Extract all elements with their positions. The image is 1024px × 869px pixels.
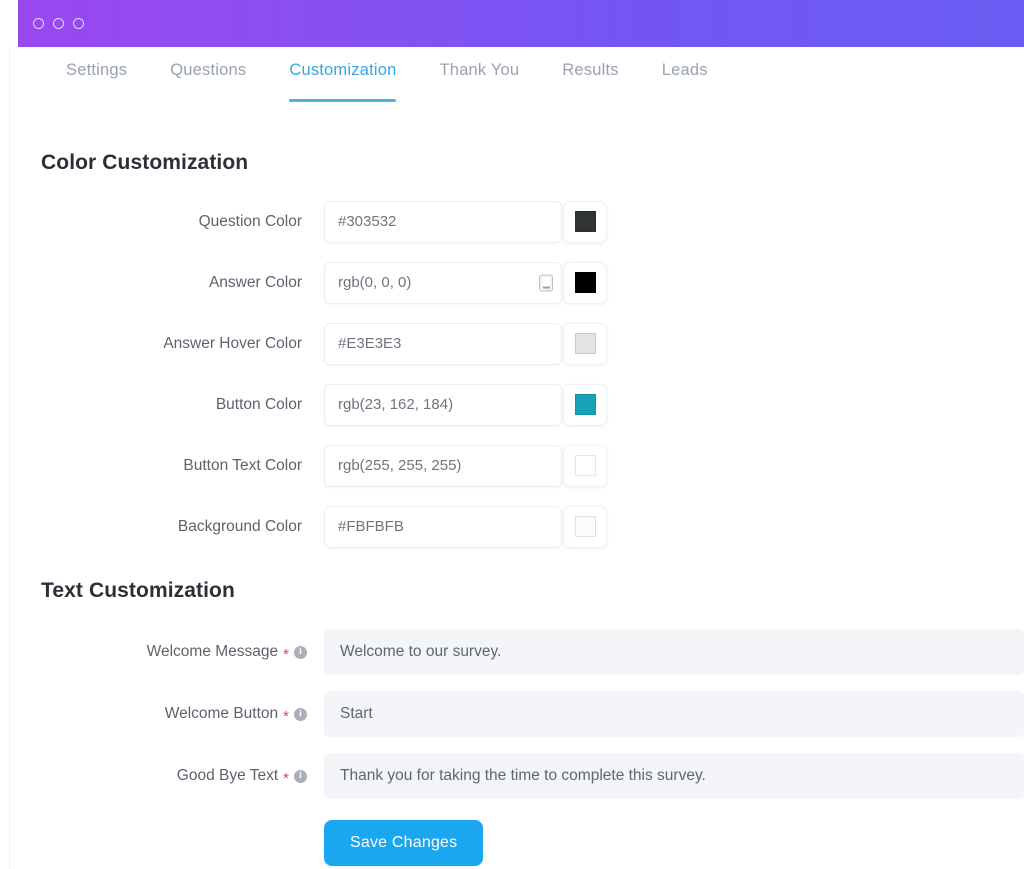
text-value-input[interactable] [324,753,1024,799]
color-row-label: Question Color [198,212,302,230]
color-swatch [574,333,596,354]
text-row-label-text: Good Bye Text [176,767,279,784]
color-value-input[interactable] [324,261,562,304]
window-dot-close-icon[interactable] [33,18,44,29]
color-input-wrapper [324,505,562,548]
text-section-title: Text Customization [41,579,235,602]
color-row: Question Color [10,191,1024,252]
info-icon[interactable]: i [294,769,307,783]
color-swatch [574,455,596,476]
text-row: Good Bye Text * i [10,745,1024,807]
color-input-wrapper [324,200,562,243]
text-row: Welcome Message * i [10,621,1024,683]
color-section-title: Color Customization [41,151,249,174]
text-row-label-text: Welcome Button [164,705,279,722]
color-input-wrapper [324,383,562,426]
color-value-input[interactable] [324,200,562,243]
required-asterisk-icon: * [283,769,289,787]
text-value-input[interactable] [324,691,1024,737]
window-dot-maximize-icon[interactable] [73,18,84,29]
save-row: Save Changes [10,807,1024,869]
tab-leads[interactable]: Leads [662,47,708,80]
tab-thank-you[interactable]: Thank You [439,47,519,80]
tab-questions[interactable]: Questions [170,47,246,80]
tab-results[interactable]: Results [562,47,618,80]
color-row: Answer Color [10,252,1024,313]
text-row-label-text: Welcome Message [146,643,279,660]
text-row-label: Welcome Button * i [10,705,324,725]
color-row: Answer Hover Color [10,313,1024,374]
tab-customization[interactable]: Customization [289,47,397,102]
color-customization-rows: Question Color Answer Color Answer Hover C… [10,191,1024,557]
color-row: Button Text Color [10,435,1024,496]
text-row-label: Good Bye Text * i [10,767,324,787]
window-controls [33,18,84,29]
color-swatch-button[interactable] [563,505,607,548]
color-swatch [574,272,596,293]
text-row: Welcome Button * i [10,683,1024,745]
color-swatch-button[interactable] [563,383,607,426]
window-titlebar [18,0,1024,47]
color-swatch [574,516,596,537]
page-content: Color Customization Question Color Answer… [10,103,1024,869]
color-swatch-button[interactable] [563,322,607,365]
color-swatch-button[interactable] [563,261,607,304]
color-swatch [574,394,596,415]
color-swatch-button[interactable] [563,200,607,243]
text-customization-rows: Welcome Message*iWelcome Button*iGood By… [10,621,1024,807]
tab-settings[interactable]: Settings [66,47,127,80]
save-changes-button[interactable]: Save Changes [324,820,484,866]
color-swatch-button[interactable] [563,444,607,487]
color-input-wrapper [324,444,562,487]
color-row-label: Button Color [215,395,302,413]
color-input-wrapper [324,261,562,304]
required-asterisk-icon: * [283,645,289,663]
required-asterisk-icon: * [283,707,289,725]
window-dot-minimize-icon[interactable] [53,18,64,29]
tab-navigation: Settings Questions Customization Thank You R… [10,47,1024,103]
color-value-input[interactable] [324,322,562,365]
color-row-label: Background Color [177,517,302,535]
page-viewport: Settings Questions Customization Thank You R… [9,47,1024,869]
color-row: Background Color [10,496,1024,557]
color-input-wrapper [324,322,562,365]
color-row-label: Answer Color [208,273,302,291]
info-icon[interactable]: i [294,707,307,721]
color-value-input[interactable] [324,383,562,426]
color-row-label: Button Text Color [183,456,302,474]
color-swatch [574,211,596,232]
color-value-input[interactable] [324,444,562,487]
info-icon[interactable]: i [294,645,307,659]
color-picker-icon[interactable] [539,274,553,291]
color-row: Button Color [10,374,1024,435]
color-row-label: Answer Hover Color [163,334,302,352]
color-value-input[interactable] [324,505,562,548]
text-value-input[interactable] [324,629,1024,675]
text-row-label: Welcome Message * i [10,643,324,663]
